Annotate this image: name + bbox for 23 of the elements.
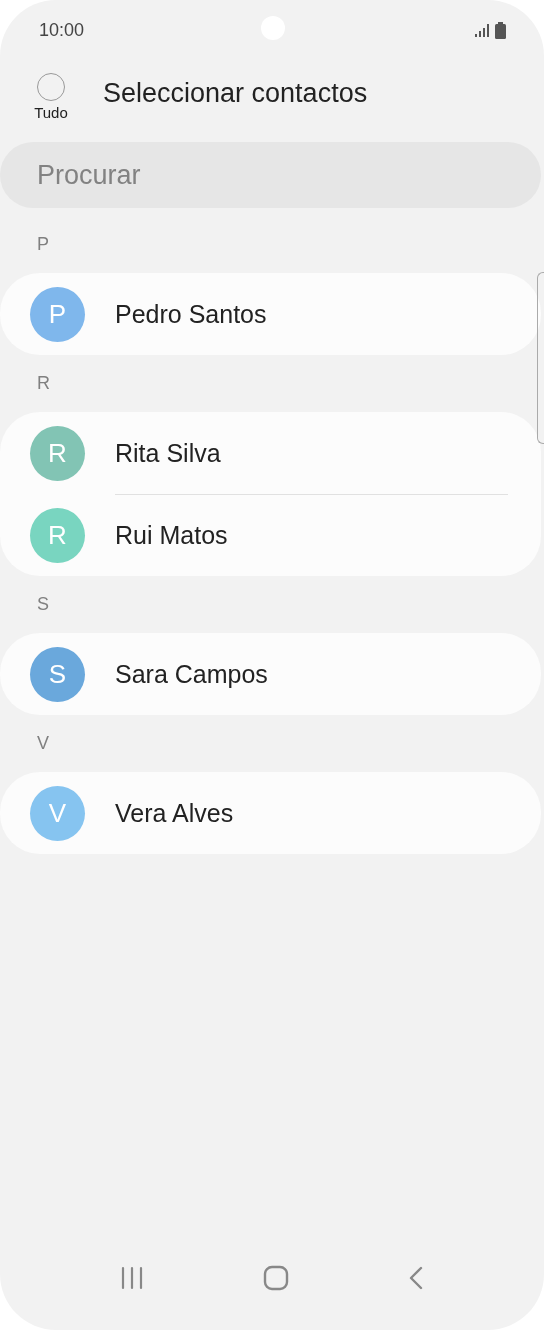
select-all-checkbox[interactable]: Tudo — [28, 73, 74, 121]
contact-name[interactable]: Vera Alves — [115, 798, 234, 828]
home-icon[interactable] — [263, 1265, 289, 1291]
search-field[interactable]: Procurar — [0, 142, 541, 208]
contact-name[interactable]: Rita Silva — [115, 438, 221, 468]
section-letter: P — [37, 234, 49, 255]
section-letter: S — [37, 594, 49, 615]
battery-icon — [495, 21, 506, 39]
contact-name[interactable]: Rui Matos — [115, 520, 228, 550]
contact-avatar: S — [30, 646, 85, 702]
back-icon[interactable] — [408, 1266, 425, 1290]
signal-icon — [475, 23, 489, 37]
contact-avatar: R — [30, 425, 85, 481]
contact-avatar: R — [30, 507, 85, 563]
clock: 10:00 — [39, 19, 85, 41]
contact-name[interactable]: Pedro Santos — [115, 299, 267, 329]
contact-avatar: V — [30, 785, 85, 841]
contact-name[interactable]: Sara Campos — [115, 659, 268, 689]
section-letter: R — [37, 373, 50, 394]
contact-avatar: P — [30, 286, 85, 342]
section-letter: V — [37, 733, 49, 754]
recent-apps-icon[interactable] — [119, 1266, 144, 1290]
screen-title: Seleccionar contactos — [103, 77, 368, 109]
